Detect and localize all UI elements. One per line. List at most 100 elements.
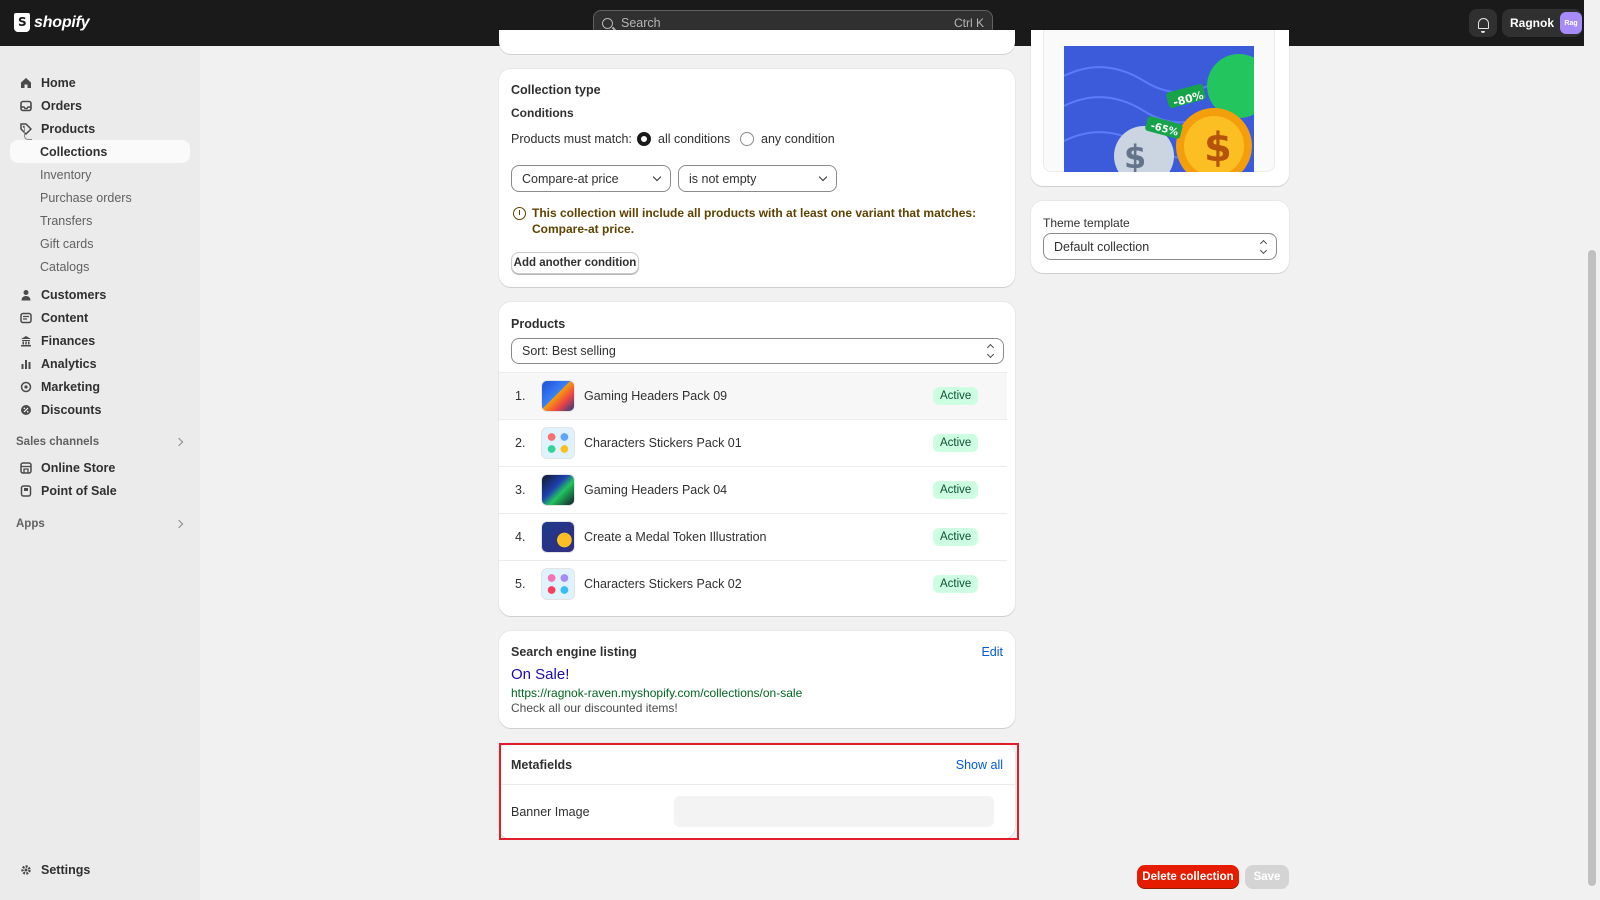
row-number: 2. [515, 436, 526, 450]
scrollbar-corner [1584, 0, 1600, 46]
product-thumbnail [541, 380, 575, 412]
apps-heading[interactable]: Apps [16, 514, 186, 534]
condition-field-select[interactable]: Compare-at price [511, 165, 671, 192]
gear-icon [21, 864, 31, 875]
store-icon [20, 461, 32, 474]
theme-template-label: Theme template [1043, 216, 1130, 230]
sidebar-item-catalogs[interactable]: Catalogs [10, 255, 190, 278]
sidebar-item-label: Online Store [41, 460, 116, 475]
person-icon [21, 289, 31, 300]
sidebar-item-discounts[interactable]: Discounts [10, 398, 190, 421]
sidebar-item-analytics[interactable]: Analytics [10, 352, 190, 375]
sidebar-item-label: Purchase orders [40, 190, 132, 205]
sort-arrows-icon [986, 343, 995, 359]
status-badge: Active [933, 528, 979, 546]
theme-template-select[interactable]: Default collection [1043, 233, 1277, 260]
card-title: Collection type [511, 83, 601, 97]
sidebar-item-finances[interactable]: Finances [10, 329, 190, 352]
sort-arrows-icon [1259, 239, 1268, 254]
save-button[interactable]: Save [1245, 865, 1289, 889]
status-badge: Active [933, 575, 979, 593]
user-menu-button[interactable]: Ragnok Rag [1502, 9, 1582, 37]
previous-card-edge [499, 30, 1015, 54]
product-name: Characters Stickers Pack 01 [584, 436, 742, 450]
sidebar-item-content[interactable]: Content [10, 306, 190, 329]
sidebar-item-label: Home [41, 75, 76, 90]
search-engine-listing-card: Search engine listing Edit On Sale! http… [499, 631, 1015, 728]
row-number: 5. [515, 577, 526, 591]
home-icon [21, 77, 31, 88]
scrollbar-thumb[interactable] [1588, 250, 1596, 886]
sidebar-item-point-of-sale[interactable]: Point of Sale [10, 479, 190, 502]
sidebar-item-online-store[interactable]: Online Store [10, 456, 190, 479]
sidebar-item-purchase-orders[interactable]: Purchase orders [10, 186, 190, 209]
sidebar-item-transfers[interactable]: Transfers [10, 209, 190, 232]
chevron-right-icon [174, 519, 184, 529]
product-thumbnail [541, 474, 575, 506]
select-value: Compare-at price [522, 171, 619, 186]
seo-edit-link[interactable]: Edit [981, 645, 1003, 659]
bell-icon [1477, 17, 1489, 33]
sidebar-item-label: Gift cards [40, 236, 94, 251]
sidebar: Home Orders Products Collections Invento… [0, 46, 200, 900]
condition-operator-select[interactable]: is not empty [678, 165, 837, 192]
sidebar-item-settings[interactable]: Settings [10, 858, 190, 881]
sidebar-item-products[interactable]: Products [10, 117, 190, 140]
radio-all-label: all conditions [658, 132, 731, 146]
search-shortcut: Ctrl K [954, 16, 984, 30]
product-thumbnail [541, 427, 575, 459]
sidebar-item-collections[interactable]: Collections [10, 140, 190, 163]
tree-connector [24, 126, 32, 140]
bar-chart-icon [21, 359, 31, 369]
sidebar-item-customers[interactable]: Customers [10, 283, 190, 306]
avatar: Rag [1560, 12, 1582, 34]
product-name: Gaming Headers Pack 04 [584, 483, 728, 497]
row-number: 3. [515, 483, 526, 497]
sidebar-item-label: Products [41, 121, 96, 136]
content-icon [20, 312, 32, 323]
sidebar-item-label: Analytics [41, 356, 97, 371]
radio-any-condition[interactable] [740, 132, 754, 146]
delete-collection-button[interactable]: Delete collection [1137, 865, 1239, 889]
add-condition-button[interactable]: Add another condition [511, 252, 639, 274]
sidebar-item-label: Catalogs [40, 259, 90, 274]
row-number: 4. [515, 530, 526, 544]
search-placeholder: Search [621, 16, 661, 30]
product-row[interactable]: 1. Gaming Headers Pack 09 Active [499, 372, 1007, 419]
radio-all-conditions[interactable] [637, 132, 651, 146]
chevron-down-icon [652, 172, 662, 182]
scrollbar[interactable] [1584, 46, 1600, 900]
image-frame[interactable]: $ $ -80% -65% [1043, 30, 1275, 172]
product-row[interactable]: 5. Characters Stickers Pack 02 Active [499, 560, 1007, 607]
shopify-logo[interactable]: shopify [14, 13, 90, 32]
pos-icon [20, 484, 32, 497]
sidebar-item-label: Point of Sale [41, 483, 117, 498]
sort-select[interactable]: Sort: Best selling [511, 338, 1004, 364]
status-badge: Active [933, 387, 979, 405]
select-value: is not empty [689, 171, 757, 186]
sidebar-item-gift-cards[interactable]: Gift cards [10, 232, 190, 255]
seo-description: Check all our discounted items! [511, 701, 678, 715]
row-number: 1. [515, 389, 526, 403]
sidebar-item-orders[interactable]: Orders [10, 94, 190, 117]
product-row[interactable]: 2. Characters Stickers Pack 01 Active [499, 419, 1007, 466]
product-row[interactable]: 3. Gaming Headers Pack 04 Active [499, 466, 1007, 513]
sales-channels-label: Sales channels [16, 436, 100, 448]
product-thumbnail [541, 568, 575, 600]
highlight-box [499, 743, 1019, 840]
sales-channels-heading[interactable]: Sales channels [16, 432, 186, 452]
search-icon [602, 17, 613, 29]
shopify-bag-icon [14, 13, 30, 32]
sidebar-item-home[interactable]: Home [10, 71, 190, 94]
select-value: Default collection [1054, 239, 1150, 254]
sidebar-item-marketing[interactable]: Marketing [10, 375, 190, 398]
notifications-button[interactable] [1469, 9, 1497, 37]
select-value: Sort: Best selling [522, 344, 616, 358]
sidebar-item-label: Discounts [41, 402, 102, 417]
product-row[interactable]: 4. Create a Medal Token Illustration Act… [499, 513, 1007, 560]
brand-name: shopify [34, 13, 90, 31]
sidebar-item-inventory[interactable]: Inventory [10, 163, 190, 186]
chevron-right-icon [174, 437, 184, 447]
products-card: Products Sort: Best selling 1. Gaming He… [499, 302, 1015, 616]
inbox-icon [20, 100, 32, 111]
